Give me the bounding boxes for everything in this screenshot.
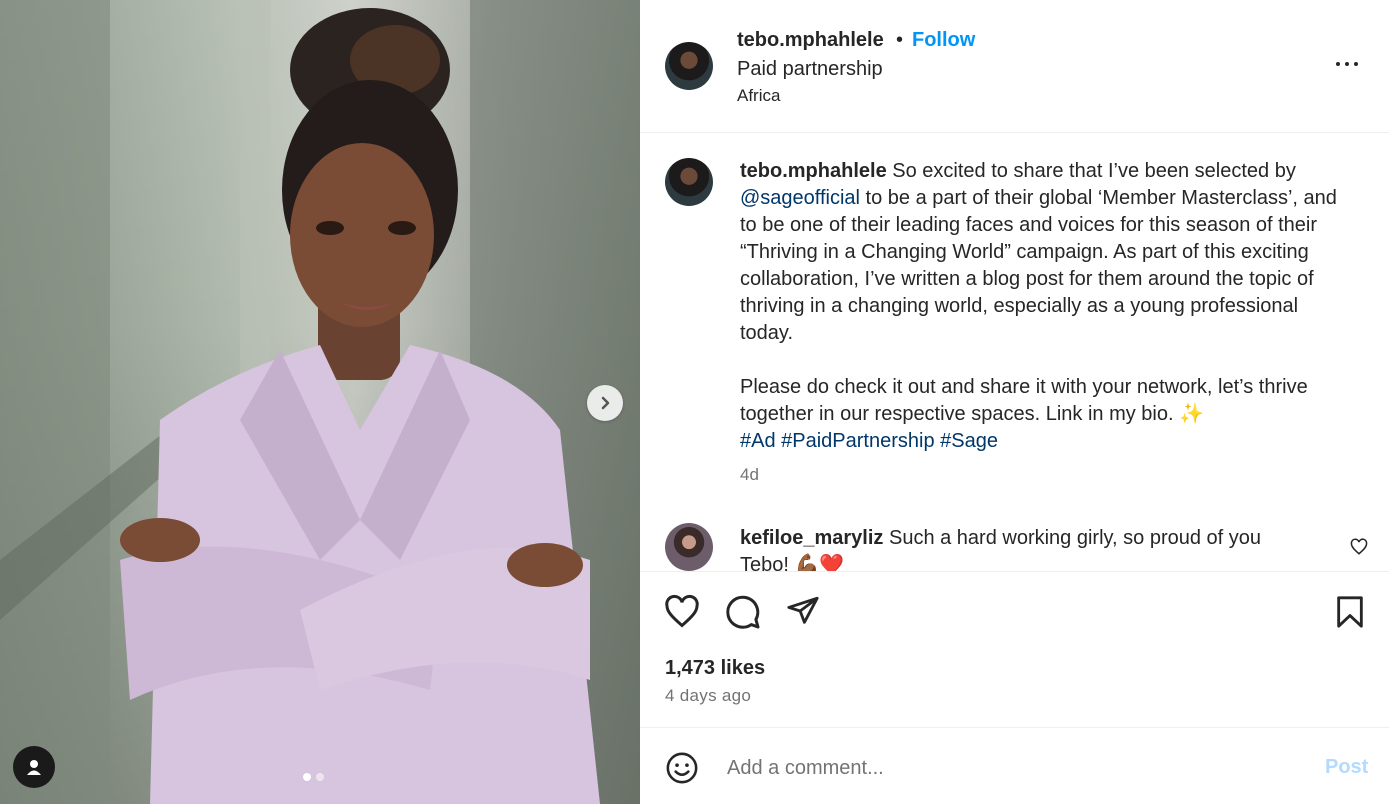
hashtag-sage[interactable]: #Sage	[940, 430, 998, 452]
emoji-picker-button[interactable]	[665, 751, 699, 790]
caption-mention[interactable]: @sageofficial	[740, 187, 860, 209]
share-button[interactable]	[786, 594, 820, 633]
hashtag-paidpartnership[interactable]: #PaidPartnership	[781, 430, 934, 452]
bookmark-icon	[1337, 596, 1363, 628]
chevron-right-icon	[601, 396, 610, 410]
carousel-dot-active	[303, 773, 311, 781]
post-location[interactable]: Africa	[737, 86, 780, 106]
send-icon	[787, 596, 819, 624]
carousel-next-button[interactable]	[587, 385, 623, 421]
post-date[interactable]: 4 days ago	[665, 686, 751, 706]
sparkle-emoji: ✨	[1179, 403, 1205, 425]
author-avatar[interactable]	[665, 42, 713, 90]
post-photo	[0, 0, 640, 804]
comment-item: kefiloe_maryliz Such a hard working girl…	[740, 525, 1300, 571]
commenter-username[interactable]: kefiloe_maryliz	[740, 527, 883, 549]
comments-scroll-area[interactable]: tebo.mphahlele So excited to share that …	[640, 133, 1389, 571]
comment-emoji: 💪🏾❤️	[794, 554, 845, 571]
likes-count[interactable]: 1,473 likes	[665, 657, 765, 680]
caption-username[interactable]: tebo.mphahlele	[740, 160, 887, 182]
more-options-button[interactable]	[1336, 62, 1358, 66]
author-username[interactable]: tebo.mphahlele	[737, 29, 884, 52]
post-caption: tebo.mphahlele So excited to share that …	[740, 158, 1350, 455]
comment-input[interactable]	[725, 752, 1289, 784]
post-comment-button[interactable]: Post	[1325, 756, 1368, 779]
comment-bubble-icon	[726, 595, 760, 629]
separator-dot: •	[896, 29, 904, 51]
caption-timestamp[interactable]: 4d	[740, 465, 759, 485]
comment-composer: Post	[640, 727, 1389, 805]
caption-text-3: Please do check it out and share it with…	[740, 376, 1308, 425]
comment-button[interactable]	[725, 594, 761, 635]
more-horizontal-icon	[1336, 62, 1340, 66]
post-detail-panel: tebo.mphahlele • Follow Paid partnership…	[640, 0, 1389, 804]
commenter-avatar[interactable]	[665, 523, 713, 571]
user-icon	[27, 760, 41, 775]
heart-icon	[1350, 538, 1368, 555]
carousel-dot	[316, 773, 324, 781]
comment-like-button[interactable]	[1350, 538, 1368, 561]
caption-text-1: So excited to share that I’ve been selec…	[886, 160, 1296, 182]
caption-text-2: to be a part of their global ‘Member Mas…	[740, 187, 1337, 344]
more-dot	[1354, 62, 1358, 66]
heart-icon	[665, 594, 699, 628]
smiley-icon	[666, 752, 698, 784]
carousel-indicator	[303, 773, 324, 781]
follow-button[interactable]: Follow	[912, 29, 975, 52]
post-actions: 1,473 likes 4 days ago	[640, 571, 1389, 727]
post-header: tebo.mphahlele • Follow Paid partnership…	[640, 0, 1389, 133]
save-button[interactable]	[1333, 594, 1367, 635]
tagged-users-button[interactable]	[13, 746, 55, 788]
caption-author-avatar[interactable]	[665, 158, 713, 206]
more-dot	[1345, 62, 1349, 66]
like-button[interactable]	[664, 594, 700, 635]
paid-partnership-label[interactable]: Paid partnership	[737, 58, 883, 81]
hashtag-ad[interactable]: #Ad	[740, 430, 776, 452]
post-media[interactable]	[0, 0, 640, 804]
